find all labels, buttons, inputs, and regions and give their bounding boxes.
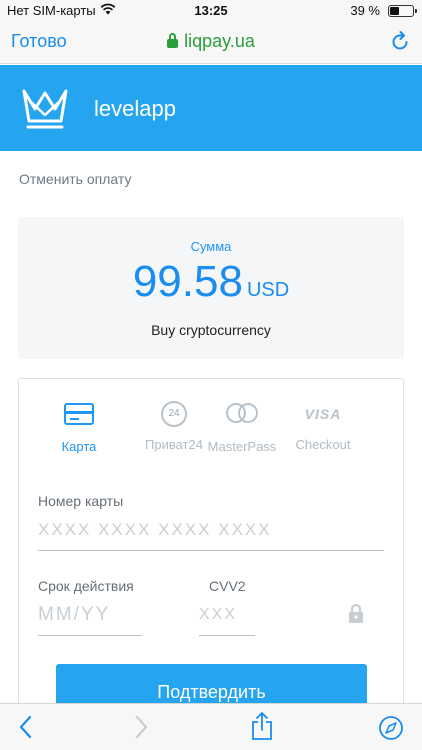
- battery-level: [390, 7, 399, 15]
- merchant-name: levelapp: [94, 96, 176, 121]
- payment-form: Карта 24 Приват24 MasterPass VISA Checko…: [18, 378, 404, 750]
- visa-icon: VISA: [304, 406, 342, 422]
- card-number-input[interactable]: [38, 509, 384, 551]
- amount-row: 99.58 USD: [18, 257, 404, 307]
- tab-checkout-label: Checkout: [295, 437, 351, 452]
- cvv-input[interactable]: [199, 594, 255, 636]
- reload-icon[interactable]: [390, 30, 410, 52]
- tab-checkout[interactable]: VISA Checkout: [281, 401, 365, 452]
- amount-value: 99.58: [132, 257, 243, 306]
- cvv-lock-icon: [349, 603, 363, 623]
- status-bar: Нет SIM-карты 13:25 39 %: [0, 0, 422, 22]
- browser-toolbar: [0, 703, 422, 750]
- cancel-payment-link[interactable]: Отменить оплату: [19, 171, 131, 187]
- tab-card[interactable]: Карта: [37, 401, 121, 454]
- amount-currency: USD: [246, 279, 290, 301]
- secure-lock-icon: [167, 33, 179, 48]
- masterpass-icon: [226, 403, 258, 425]
- forward-arrow-icon[interactable]: [132, 714, 150, 740]
- battery-icon: [388, 5, 417, 17]
- amount-label: Сумма: [190, 239, 232, 254]
- back-arrow-icon[interactable]: [17, 714, 35, 740]
- crown-logo-icon: [22, 89, 68, 129]
- expiry-label: Срок действия: [38, 578, 134, 594]
- cvv-label: CVV2: [209, 578, 246, 594]
- tab-masterpass-label: MasterPass: [207, 439, 277, 454]
- battery-percent: 39 %: [350, 3, 380, 18]
- compass-icon[interactable]: [378, 715, 404, 741]
- address-bar[interactable]: liqpay.ua: [0, 31, 422, 52]
- url-text: liqpay.ua: [184, 31, 255, 51]
- browser-header: Готово liqpay.ua: [0, 22, 422, 64]
- payment-description: Buy cryptocurrency: [151, 322, 271, 338]
- card-number-label: Номер карты: [38, 493, 124, 509]
- card-icon: [64, 403, 94, 425]
- tab-card-label: Карта: [61, 439, 97, 454]
- share-icon[interactable]: [250, 711, 274, 741]
- privat24-icon: 24: [161, 401, 187, 427]
- expiry-input[interactable]: [38, 594, 142, 636]
- tab-masterpass[interactable]: MasterPass: [200, 401, 284, 454]
- amount-panel: Сумма 99.58 USD Buy cryptocurrency: [18, 217, 404, 359]
- merchant-header: levelapp: [0, 65, 422, 151]
